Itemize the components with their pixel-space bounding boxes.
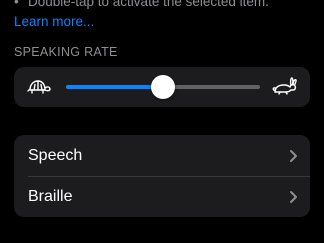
menu-item-label: Speech xyxy=(28,147,83,164)
chevron-right-icon xyxy=(288,148,298,164)
speaking-rate-slider[interactable] xyxy=(66,75,260,99)
menu-item-braille[interactable]: Braille xyxy=(14,176,310,217)
hint-text: Double-tap to activate the selected item… xyxy=(28,0,269,9)
menu-item-speech[interactable]: Speech xyxy=(14,135,310,176)
speaking-rate-settings-screen: • Double-tap to activate the selected ite… xyxy=(0,0,324,243)
rabbit-icon xyxy=(272,75,298,99)
hint-text-line: • Double-tap to activate the selected ite… xyxy=(14,0,314,11)
bullet: • xyxy=(14,0,19,9)
turtle-icon xyxy=(26,75,52,99)
menu-item-label: Braille xyxy=(28,188,73,205)
speaking-rate-card xyxy=(14,67,310,107)
speaking-rate-header: SPEAKING RATE xyxy=(14,45,118,59)
voiceover-options-group: Speech Braille xyxy=(14,135,310,217)
chevron-right-icon xyxy=(288,189,298,205)
slider-fill xyxy=(66,85,163,89)
learn-more-link[interactable]: Learn more... xyxy=(14,13,94,31)
slider-thumb[interactable] xyxy=(151,75,175,99)
